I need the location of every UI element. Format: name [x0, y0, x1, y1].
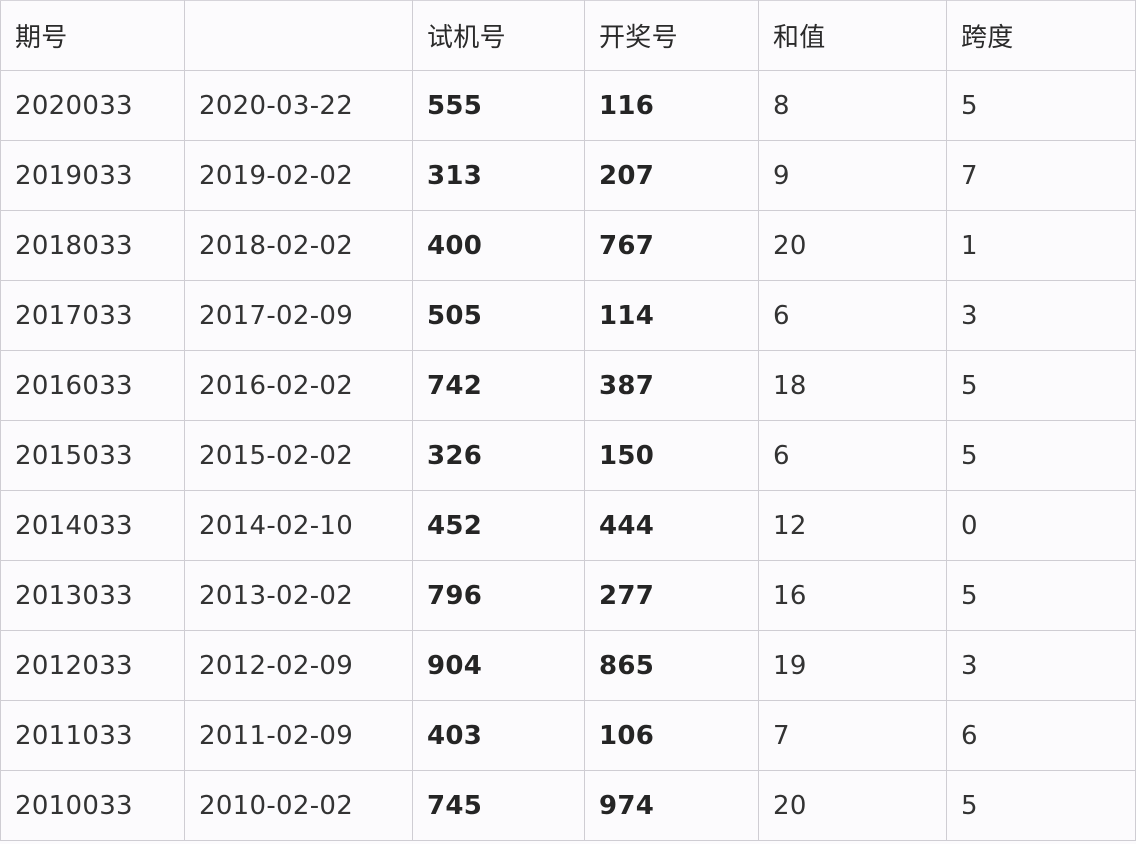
header-issue: 期号 — [0, 0, 185, 71]
table-row: 2019033 2019-02-02 313 207 9 7 — [0, 140, 1136, 211]
cell-issue: 2020033 — [0, 70, 185, 141]
cell-span: 1 — [946, 210, 1136, 281]
cell-test-number: 505 — [412, 280, 585, 351]
header-sum: 和值 — [758, 0, 947, 71]
table-row: 2012033 2012-02-09 904 865 19 3 — [0, 630, 1136, 701]
cell-sum: 7 — [758, 700, 947, 771]
cell-sum: 6 — [758, 420, 947, 491]
cell-issue: 2016033 — [0, 350, 185, 421]
cell-date: 2019-02-02 — [184, 140, 413, 211]
cell-sum: 16 — [758, 560, 947, 631]
cell-span: 5 — [946, 770, 1136, 841]
cell-sum: 19 — [758, 630, 947, 701]
cell-date: 2017-02-09 — [184, 280, 413, 351]
cell-sum: 20 — [758, 770, 947, 841]
cell-test-number: 742 — [412, 350, 585, 421]
table-row: 2016033 2016-02-02 742 387 18 5 — [0, 350, 1136, 421]
cell-draw-number: 116 — [584, 70, 759, 141]
table-row: 2015033 2015-02-02 326 150 6 5 — [0, 420, 1136, 491]
cell-test-number: 403 — [412, 700, 585, 771]
table-row: 2010033 2010-02-02 745 974 20 5 — [0, 770, 1136, 841]
cell-issue: 2018033 — [0, 210, 185, 281]
cell-test-number: 796 — [412, 560, 585, 631]
cell-date: 2014-02-10 — [184, 490, 413, 561]
cell-draw-number: 277 — [584, 560, 759, 631]
table-row: 2011033 2011-02-09 403 106 7 6 — [0, 700, 1136, 771]
cell-sum: 20 — [758, 210, 947, 281]
table-row: 2017033 2017-02-09 505 114 6 3 — [0, 280, 1136, 351]
cell-span: 5 — [946, 420, 1136, 491]
header-row: 期号 试机号 开奖号 和值 跨度 — [0, 0, 1136, 71]
cell-test-number: 555 — [412, 70, 585, 141]
cell-test-number: 745 — [412, 770, 585, 841]
cell-date: 2016-02-02 — [184, 350, 413, 421]
cell-sum: 12 — [758, 490, 947, 561]
cell-draw-number: 106 — [584, 700, 759, 771]
cell-issue: 2010033 — [0, 770, 185, 841]
cell-span: 5 — [946, 70, 1136, 141]
cell-sum: 9 — [758, 140, 947, 211]
cell-draw-number: 865 — [584, 630, 759, 701]
cell-date: 2020-03-22 — [184, 70, 413, 141]
cell-test-number: 452 — [412, 490, 585, 561]
cell-test-number: 400 — [412, 210, 585, 281]
table-row: 2020033 2020-03-22 555 116 8 5 — [0, 70, 1136, 141]
header-draw-number: 开奖号 — [584, 0, 759, 71]
header-span: 跨度 — [946, 0, 1136, 71]
cell-test-number: 326 — [412, 420, 585, 491]
cell-draw-number: 150 — [584, 420, 759, 491]
cell-date: 2011-02-09 — [184, 700, 413, 771]
table-header: 期号 试机号 开奖号 和值 跨度 — [0, 0, 1136, 71]
cell-date: 2012-02-09 — [184, 630, 413, 701]
table-row: 2014033 2014-02-10 452 444 12 0 — [0, 490, 1136, 561]
cell-span: 7 — [946, 140, 1136, 211]
cell-date: 2010-02-02 — [184, 770, 413, 841]
table-row: 2018033 2018-02-02 400 767 20 1 — [0, 210, 1136, 281]
cell-span: 3 — [946, 280, 1136, 351]
table-row: 2013033 2013-02-02 796 277 16 5 — [0, 560, 1136, 631]
cell-draw-number: 767 — [584, 210, 759, 281]
cell-issue: 2017033 — [0, 280, 185, 351]
cell-issue: 2011033 — [0, 700, 185, 771]
cell-span: 0 — [946, 490, 1136, 561]
cell-span: 3 — [946, 630, 1136, 701]
header-test-number: 试机号 — [412, 0, 585, 71]
cell-date: 2018-02-02 — [184, 210, 413, 281]
cell-sum: 6 — [758, 280, 947, 351]
cell-draw-number: 114 — [584, 280, 759, 351]
cell-issue: 2013033 — [0, 560, 185, 631]
cell-draw-number: 207 — [584, 140, 759, 211]
cell-issue: 2015033 — [0, 420, 185, 491]
cell-draw-number: 444 — [584, 490, 759, 561]
cell-span: 5 — [946, 350, 1136, 421]
cell-date: 2013-02-02 — [184, 560, 413, 631]
cell-issue: 2019033 — [0, 140, 185, 211]
header-date — [184, 0, 413, 71]
cell-sum: 8 — [758, 70, 947, 141]
cell-issue: 2014033 — [0, 490, 185, 561]
cell-draw-number: 387 — [584, 350, 759, 421]
cell-test-number: 904 — [412, 630, 585, 701]
cell-sum: 18 — [758, 350, 947, 421]
cell-issue: 2012033 — [0, 630, 185, 701]
table-body: 2020033 2020-03-22 555 116 8 5 2019033 2019-02-… — [0, 70, 1136, 841]
cell-test-number: 313 — [412, 140, 585, 211]
cell-draw-number: 974 — [584, 770, 759, 841]
cell-span: 5 — [946, 560, 1136, 631]
cell-date: 2015-02-02 — [184, 420, 413, 491]
lottery-history-table: 期号 试机号 开奖号 和值 跨度 2020033 2020-03-22 555 116… — [0, 0, 1136, 841]
cell-span: 6 — [946, 700, 1136, 771]
